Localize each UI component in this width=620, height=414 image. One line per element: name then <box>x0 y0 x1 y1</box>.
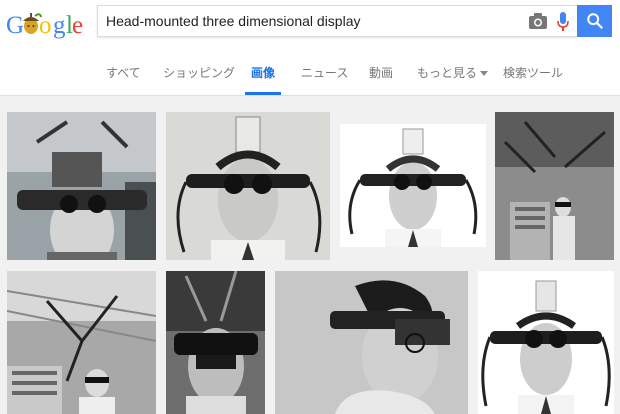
image-result[interactable] <box>340 124 486 247</box>
tab-shopping[interactable]: ショッピング <box>163 64 235 81</box>
search-input[interactable] <box>106 6 516 36</box>
image-result[interactable] <box>478 271 614 414</box>
svg-text:g: g <box>53 12 66 39</box>
svg-text:o: o <box>39 12 52 39</box>
search-box <box>97 5 577 37</box>
tab-news[interactable]: ニュース <box>301 64 348 81</box>
svg-text:G: G <box>6 12 24 39</box>
search-button[interactable] <box>577 5 612 37</box>
image-result[interactable] <box>166 271 265 414</box>
image-result[interactable] <box>166 112 330 260</box>
svg-text:e: e <box>72 12 83 39</box>
chevron-down-icon <box>480 71 489 77</box>
image-result[interactable] <box>275 271 468 414</box>
header: G o g l e Head-mounted three dimensional… <box>0 0 620 96</box>
google-logo[interactable]: G o g l e <box>6 6 86 40</box>
tab-more[interactable]: もっと見る <box>417 64 489 81</box>
tab-all[interactable]: すべて <box>106 64 141 81</box>
search-tabs: すべて ショッピング 画像 ニュース 動画 もっと見る 検索ツール <box>0 55 620 95</box>
tab-videos[interactable]: 動画 <box>369 64 393 81</box>
image-result[interactable] <box>495 112 614 260</box>
camera-icon[interactable] <box>528 12 548 30</box>
microphone-icon[interactable] <box>556 11 570 33</box>
tab-search-tools[interactable]: 検索ツール <box>503 64 563 81</box>
tab-images[interactable]: 画像 <box>251 64 275 81</box>
tab-more-label: もっと見る <box>417 66 478 80</box>
search-icon <box>586 13 603 29</box>
image-result[interactable] <box>7 112 156 260</box>
active-tab-indicator <box>245 92 281 95</box>
image-result[interactable] <box>7 271 156 414</box>
